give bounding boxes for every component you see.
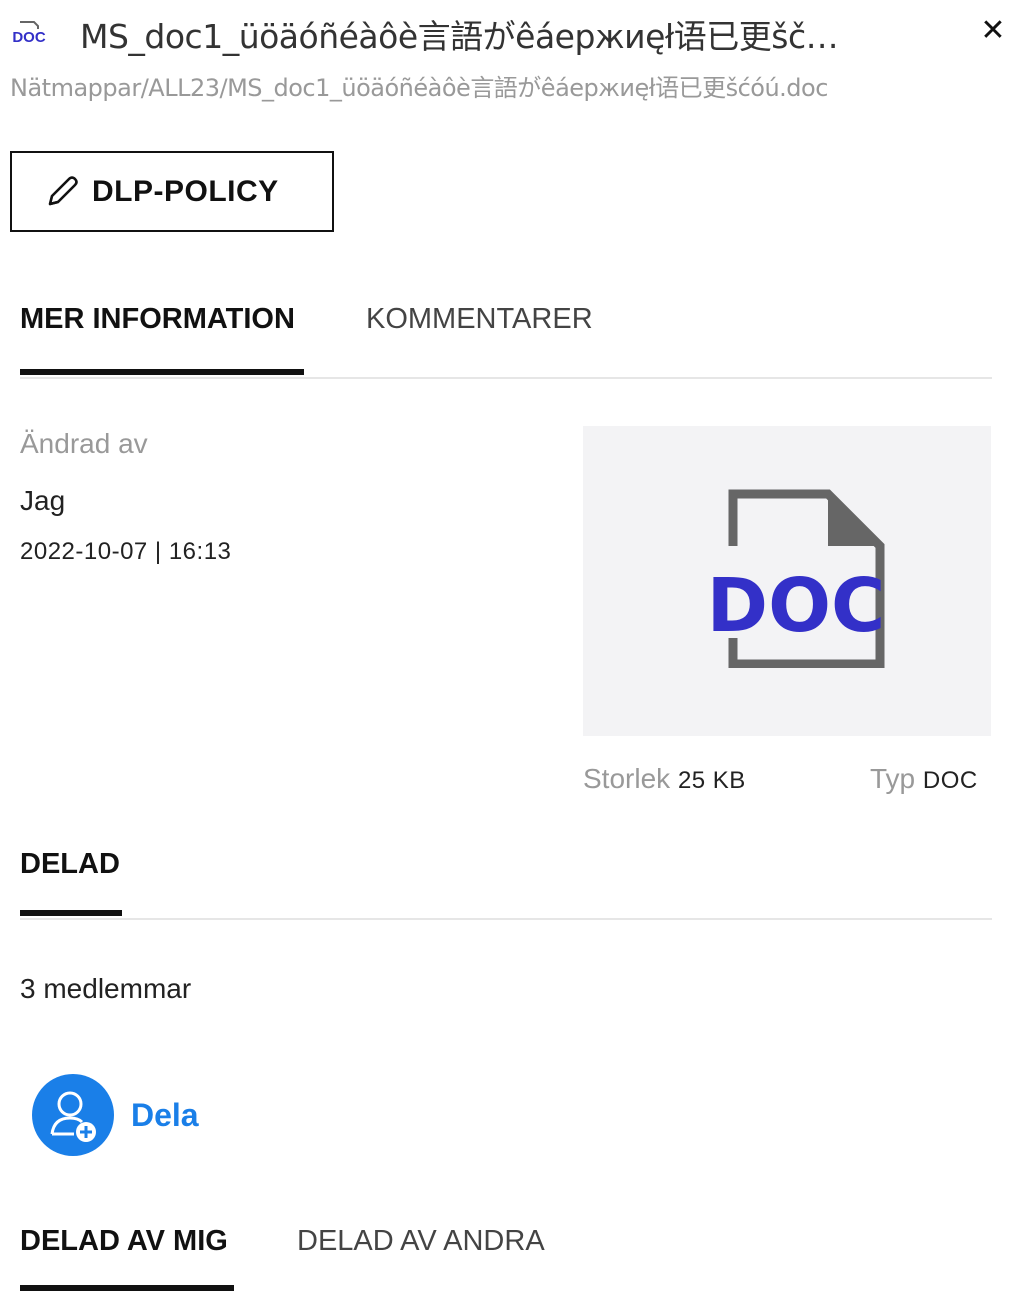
- modified-by-label: Ändrad av: [20, 428, 148, 459]
- dlp-policy-button[interactable]: DLP-POLICY: [10, 151, 334, 232]
- tab-shared-by-me[interactable]: DELAD AV MIG: [20, 1225, 228, 1258]
- size-label: Storlek: [583, 763, 671, 794]
- doc-badge: DOC: [707, 563, 886, 649]
- dlp-policy-label: DLP-POLICY: [92, 174, 279, 208]
- shared-tab-indicator: [20, 1285, 234, 1291]
- pencil-icon: [48, 175, 78, 205]
- svg-text:DOC: DOC: [12, 29, 46, 46]
- size-value: 25 KB: [677, 767, 746, 794]
- details-tabs: MER INFORMATION KOMMENTARER: [20, 303, 992, 379]
- file-size: Storlek 25 KB: [583, 763, 746, 795]
- type-value: DOC: [922, 767, 978, 794]
- shared-tabs: DELAD AV MIG DELAD AV ANDRA: [20, 1225, 992, 1291]
- type-label: Typ: [870, 763, 916, 794]
- doc-file-icon: DOC: [12, 21, 46, 46]
- add-user-icon: [32, 1074, 114, 1156]
- doc-preview-icon: DOC: [707, 489, 886, 668]
- share-label: Dela: [131, 1096, 199, 1133]
- active-tab-indicator: [20, 369, 304, 375]
- tab-more-information[interactable]: MER INFORMATION: [20, 303, 295, 336]
- file-type: Typ DOC: [870, 763, 978, 795]
- modified-by-value: Jag: [20, 485, 66, 516]
- modified-datetime: 2022-10-07 | 16:13: [20, 538, 232, 565]
- tab-shared-by-others[interactable]: DELAD AV ANDRA: [297, 1225, 545, 1258]
- members-count: 3 medlemmar: [20, 973, 192, 1004]
- file-preview: DOC: [583, 426, 991, 736]
- file-title: MS_doc1_üöäóñéàôè言語がêáержиęł语已更šč…: [80, 17, 839, 56]
- tab-comments[interactable]: KOMMENTARER: [366, 303, 593, 336]
- shared-section-title: DELAD: [20, 848, 120, 880]
- close-icon[interactable]: ✕: [978, 16, 1008, 46]
- shared-section-header: DELAD: [20, 848, 992, 920]
- shared-section-indicator: [20, 910, 122, 916]
- breadcrumb: Nätmappar/ALL23/MS_doc1_üöäóñéàôè言語がêáер…: [10, 74, 828, 102]
- share-button[interactable]: Dela: [32, 1074, 199, 1156]
- panel-header: DOC MS_doc1_üöäóñéàôè言語がêáержиęł语已更šč… ✕…: [0, 0, 1010, 110]
